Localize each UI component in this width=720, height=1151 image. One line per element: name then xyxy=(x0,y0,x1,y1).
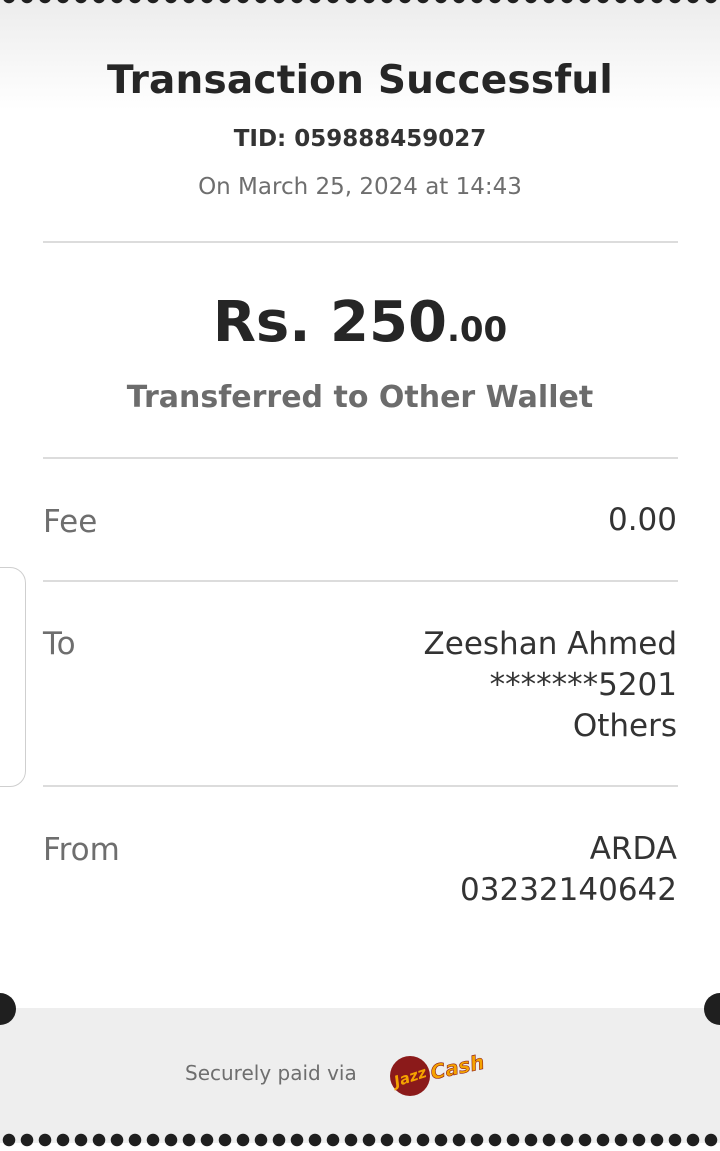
sender-number: 03232140642 xyxy=(460,872,677,908)
to-label: To xyxy=(43,626,76,662)
recipient-name: Zeeshan Ahmed xyxy=(423,626,677,662)
recipient-account: *******5201 xyxy=(489,667,677,703)
secure-payment-text: Securely paid via xyxy=(185,1061,357,1085)
divider xyxy=(43,785,678,787)
amount: Rs. 250.00 xyxy=(0,290,720,355)
to-details: Zeeshan Ahmed *******5201 Others xyxy=(424,624,677,747)
divider xyxy=(43,241,678,243)
transaction-date: On March 25, 2024 at 14:43 xyxy=(198,174,522,200)
receipt-top-edge xyxy=(0,0,720,8)
from-label: From xyxy=(43,832,120,868)
fee-value: 0.00 xyxy=(607,502,677,538)
receipt-footer xyxy=(0,1008,720,1143)
receipt-bottom-edge xyxy=(0,1129,720,1151)
from-details: ARDA 03232140642 xyxy=(460,829,677,911)
divider xyxy=(43,457,678,459)
amount-main: Rs. 250 xyxy=(212,290,447,355)
recipient-type: Others xyxy=(572,708,677,744)
sender-name: ARDA xyxy=(589,831,677,867)
amount-decimal: .00 xyxy=(446,310,508,350)
side-handle[interactable] xyxy=(0,567,26,787)
transaction-id: TID: 059888459027 xyxy=(233,126,487,152)
divider xyxy=(43,580,678,582)
jazzcash-logo-cash: Cash xyxy=(428,1050,486,1085)
transaction-description: Transferred to Other Wallet xyxy=(126,380,594,415)
page-title: Transaction Successful xyxy=(107,58,613,103)
fee-label: Fee xyxy=(43,504,98,540)
jazzcash-logo-icon: Jazz Cash xyxy=(389,1049,487,1096)
